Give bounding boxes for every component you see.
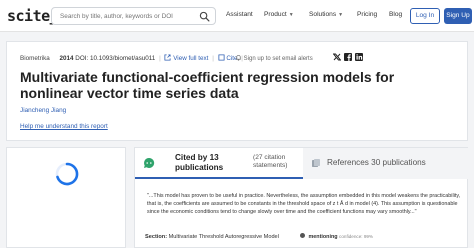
nav-product-label: Product bbox=[264, 11, 287, 18]
citation-section: Section: Multivariate Threshold Autoregr… bbox=[145, 234, 279, 240]
nav-pricing[interactable]: Pricing bbox=[357, 11, 377, 18]
email-alerts[interactable]: Sign up to set email alerts bbox=[235, 54, 313, 62]
doi: DOI: 10.1093/biomet/asu011 bbox=[75, 55, 156, 62]
search-box[interactable] bbox=[51, 7, 216, 25]
citations-panel: Cited by 13 publications (27 citation st… bbox=[134, 147, 469, 248]
citation-statements-count: (27 citation statements) bbox=[253, 154, 288, 169]
nav-product[interactable]: Product ▼ bbox=[264, 11, 294, 18]
nav-blog[interactable]: Blog bbox=[389, 11, 402, 18]
top-navigation-bar: scite_ Assistant Product▼ Solutions▼ Pri… bbox=[0, 0, 474, 32]
login-button[interactable]: Log In bbox=[410, 8, 440, 24]
facebook-icon[interactable] bbox=[344, 53, 352, 61]
divider: | bbox=[159, 55, 161, 62]
tab-references[interactable]: References 30 publications bbox=[303, 148, 469, 179]
citation-tabs: Cited by 13 publications (27 citation st… bbox=[135, 148, 469, 179]
cited-by-label: Cited by 13 publications bbox=[175, 153, 224, 172]
tab-cited-by[interactable]: Cited by 13 publications (27 citation st… bbox=[135, 148, 303, 179]
quote-bubble-icon bbox=[144, 157, 155, 168]
journal-name[interactable]: Biometrika bbox=[20, 55, 50, 62]
chevron-down-icon: ▼ bbox=[338, 12, 344, 18]
view-full-text-link[interactable]: View full text bbox=[173, 55, 208, 62]
twitter-icon[interactable] bbox=[333, 53, 341, 61]
paper-title: Multivariate functional-coefficient regr… bbox=[20, 69, 395, 101]
mentioning-label: mentioning bbox=[308, 234, 338, 240]
divider: | bbox=[212, 55, 214, 62]
external-link-icon bbox=[164, 54, 171, 61]
references-label: References 30 publications bbox=[327, 158, 426, 167]
publication-year: 2014 bbox=[59, 55, 74, 62]
search-input[interactable] bbox=[60, 9, 195, 23]
mentioning-dot-icon bbox=[300, 233, 305, 238]
cite-icon bbox=[218, 54, 225, 61]
smart-citation-summary-panel bbox=[6, 147, 126, 248]
citation-snippet: "...This model has proven to be useful i… bbox=[147, 193, 461, 216]
paper-header-card: Biometrika 2014 DOI: 10.1093/biomet/asu0… bbox=[6, 41, 468, 141]
nav-solutions[interactable]: Solutions ▼ bbox=[309, 11, 343, 18]
confidence-value: confidence: 99% bbox=[339, 234, 374, 239]
bell-icon bbox=[236, 55, 241, 61]
section-label: Section: bbox=[145, 234, 168, 240]
section-value: Multivariate Threshold Autoregressive Mo… bbox=[168, 234, 279, 240]
classification-badge: mentioning confidence: 99% bbox=[300, 233, 373, 240]
chevron-down-icon: ▼ bbox=[288, 12, 294, 18]
linkedin-icon[interactable] bbox=[355, 53, 363, 61]
nav-assistant[interactable]: Assistant bbox=[226, 11, 253, 18]
email-alerts-label: Sign up to set email alerts bbox=[243, 56, 313, 62]
help-understand-link[interactable]: Help me understand this report bbox=[20, 123, 108, 130]
author-link[interactable]: Jiancheng Jiang bbox=[20, 107, 66, 114]
paper-meta: Biometrika 2014 DOI: 10.1093/biomet/asu0… bbox=[20, 54, 245, 62]
loading-spinner-icon bbox=[55, 162, 79, 186]
references-icon bbox=[312, 159, 320, 167]
search-icon[interactable] bbox=[199, 11, 210, 22]
signup-button[interactable]: Sign Up bbox=[444, 8, 472, 24]
nav-solutions-label: Solutions bbox=[309, 11, 337, 18]
